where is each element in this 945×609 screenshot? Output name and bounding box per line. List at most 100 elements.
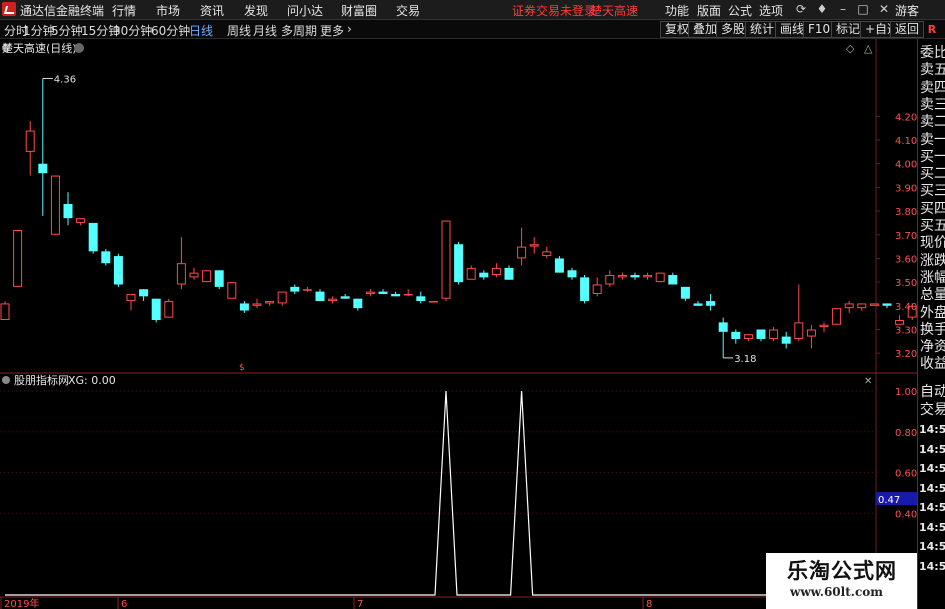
candle-body — [806, 329, 816, 337]
candle-body — [214, 270, 224, 287]
candle-body — [265, 301, 275, 304]
indicator-dropdown-icon — [2, 376, 10, 384]
candle-body — [151, 298, 161, 321]
period-daily[interactable]: 日线 — [189, 22, 213, 39]
candle-body — [491, 267, 501, 276]
candle-body — [756, 329, 766, 339]
candle-body — [13, 230, 23, 287]
candle-body — [895, 320, 905, 325]
period-more[interactable]: 更多 — [320, 22, 344, 39]
candle-body — [605, 275, 615, 285]
refresh-icon[interactable]: ⟳ — [791, 1, 811, 18]
menu-bar: 通达信金融终端 行情 市场 资讯 发现 问小达 财富圈 交易 证券交易未登录 楚… — [0, 0, 945, 20]
candle-body — [567, 270, 577, 278]
indicator-tick-label: 0.60 — [895, 469, 917, 480]
trade-label[interactable]: 自动 — [920, 384, 945, 401]
price-tick-label: 3.80 — [895, 207, 917, 218]
login-warning[interactable]: 证券交易未登录 — [512, 2, 596, 19]
candle-body — [101, 251, 111, 264]
price-tick-label: 3.30 — [895, 325, 917, 336]
period-multi[interactable]: 多周期 — [281, 22, 317, 39]
menu-item-wealth[interactable]: 财富圈 — [341, 2, 377, 19]
trade-time: 14:56 — [919, 540, 945, 553]
minimize-icon[interactable]: – — [833, 1, 853, 18]
candle-body — [454, 244, 464, 283]
candle-body — [391, 293, 401, 297]
price-tick-label: 3.70 — [895, 231, 917, 242]
maximize-icon[interactable]: □ — [853, 1, 873, 18]
candle-body — [340, 296, 350, 299]
price-tick-label: 3.90 — [895, 183, 917, 194]
quote-label: 换手 — [920, 321, 945, 338]
candle-body — [743, 334, 753, 339]
candle-body — [542, 251, 552, 257]
candle-body — [643, 275, 653, 278]
guest-label[interactable]: 游客 — [895, 2, 919, 19]
period-30min[interactable]: 30分钟 — [113, 22, 152, 39]
candle-body — [189, 272, 199, 278]
quote-label: 净资 — [920, 339, 945, 356]
time-tick-label: 2019年 — [4, 597, 39, 609]
menu-item-discover[interactable]: 发现 — [244, 2, 268, 19]
menu-item-layout[interactable]: 版面 — [697, 2, 721, 19]
menu-item-functions[interactable]: 功能 — [665, 2, 689, 19]
menu-item-trade[interactable]: 交易 — [396, 2, 420, 19]
candle-body — [731, 331, 741, 339]
candle-body — [315, 291, 325, 302]
quote-label: 卖四 — [920, 79, 945, 96]
candle-body — [857, 303, 867, 309]
trade-time: 14:56 — [919, 559, 945, 573]
price-tick-label: 4.20 — [895, 112, 917, 123]
quote-label: 买四 — [920, 200, 945, 217]
candle-body — [302, 289, 312, 291]
app-logo-icon — [2, 2, 16, 16]
period-monthly[interactable]: 月线 — [253, 22, 277, 39]
menu-item-formula[interactable]: 公式 — [728, 2, 752, 19]
price-tick-label: 3.20 — [895, 349, 917, 360]
candle-body — [869, 303, 879, 306]
triangle-icon: △ — [864, 42, 873, 55]
candle-body — [25, 130, 35, 152]
menu-item-news[interactable]: 资讯 — [200, 2, 224, 19]
candle-body — [277, 291, 287, 304]
menu-item-market[interactable]: 市场 — [156, 2, 180, 19]
candle-body — [252, 303, 262, 306]
close-icon[interactable]: ✕ — [874, 1, 894, 18]
quote-label: 委比 — [920, 45, 945, 61]
watermark-logo: 乐淘公式网 www.60lt.com — [766, 553, 917, 609]
quote-label: 现价 — [920, 235, 945, 252]
candle-body — [113, 256, 123, 285]
skin-icon[interactable]: ♦ — [812, 1, 832, 18]
quote-label: 卖一 — [920, 131, 945, 148]
candle-body — [655, 272, 665, 283]
candle-body — [227, 282, 237, 299]
period-60min[interactable]: 60分钟 — [151, 22, 190, 39]
min-price-label: 3.18 — [734, 354, 756, 365]
quote-label: 收益 — [920, 356, 945, 373]
chevron-right-icon[interactable]: › — [347, 22, 352, 36]
chart-area[interactable]: 4.20 4.10 4.00 3.90 3.80 3.70 3.60 3.50 3.40 3.30… — [0, 39, 917, 609]
stats-button[interactable]: 统计 — [745, 21, 780, 38]
period-1min[interactable]: 1分钟 — [23, 22, 55, 39]
quote-label: 卖三 — [920, 96, 945, 113]
indicator-title: 股朋指标网 — [14, 373, 69, 387]
trade-label[interactable]: 交易 — [920, 402, 945, 419]
candle-body — [554, 258, 564, 273]
candle-body — [466, 267, 476, 280]
period-weekly[interactable]: 周线 — [227, 22, 251, 39]
trade-time: 14:56 — [919, 462, 945, 475]
menu-item-assistant[interactable]: 问小达 — [287, 2, 323, 19]
candle-body — [126, 293, 136, 302]
quote-label: 涨幅 — [920, 269, 945, 286]
title-dropdown-icon — [74, 43, 84, 53]
trade-time: 14:56 — [919, 520, 945, 534]
candle-body — [202, 270, 212, 283]
quote-label: 涨跌 — [920, 252, 945, 269]
indicator-close-icon: ✕ — [864, 376, 872, 387]
quote-label: 卖五 — [920, 62, 945, 79]
quote-label: 外盘 — [920, 304, 945, 321]
period-5min[interactable]: 5分钟 — [51, 22, 83, 39]
diamond-icon: ◇ — [846, 42, 855, 55]
menu-item-quotes[interactable]: 行情 — [112, 2, 136, 19]
menu-item-options[interactable]: 选项 — [759, 2, 783, 19]
